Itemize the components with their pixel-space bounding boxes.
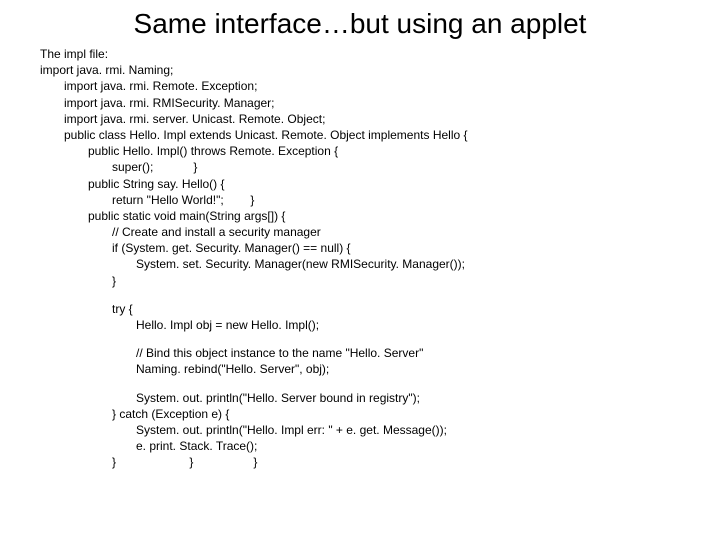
code-line: System. out. println("Hello. Server boun…	[136, 390, 680, 406]
code-line: // Create and install a security manager	[112, 224, 680, 240]
code-line: Naming. rebind("Hello. Server", obj);	[136, 361, 680, 377]
code-line: System. set. Security. Manager(new RMISe…	[136, 256, 680, 272]
slide-title: Same interface…but using an applet	[40, 8, 680, 40]
code-line: import java. rmi. RMISecurity. Manager;	[64, 95, 680, 111]
code-line: // Bind this object instance to the name…	[136, 345, 680, 361]
code-line: import java. rmi. Remote. Exception;	[64, 78, 680, 94]
code-body: The impl file:import java. rmi. Naming;i…	[40, 46, 680, 471]
code-line	[40, 333, 680, 345]
code-line: The impl file:	[40, 46, 680, 62]
code-line: import java. rmi. Naming;	[40, 62, 680, 78]
code-line: Hello. Impl obj = new Hello. Impl();	[136, 317, 680, 333]
code-line: public Hello. Impl() throws Remote. Exce…	[88, 143, 680, 159]
code-line: System. out. println("Hello. Impl err: "…	[136, 422, 680, 438]
code-line: }	[112, 273, 680, 289]
code-line: } catch (Exception e) {	[112, 406, 680, 422]
code-line: e. print. Stack. Trace();	[136, 438, 680, 454]
code-line: import java. rmi. server. Unicast. Remot…	[64, 111, 680, 127]
code-line: if (System. get. Security. Manager() == …	[112, 240, 680, 256]
code-line: try {	[112, 301, 680, 317]
code-line: public String say. Hello() {	[88, 176, 680, 192]
code-line	[40, 289, 680, 301]
code-line: return "Hello World!"; }	[112, 192, 680, 208]
code-line	[40, 378, 680, 390]
slide: Same interface…but using an applet The i…	[0, 0, 720, 540]
code-line: public static void main(String args[]) {	[88, 208, 680, 224]
code-line: public class Hello. Impl extends Unicast…	[64, 127, 680, 143]
code-line: super(); }	[112, 159, 680, 175]
code-line: } } }	[112, 454, 680, 470]
